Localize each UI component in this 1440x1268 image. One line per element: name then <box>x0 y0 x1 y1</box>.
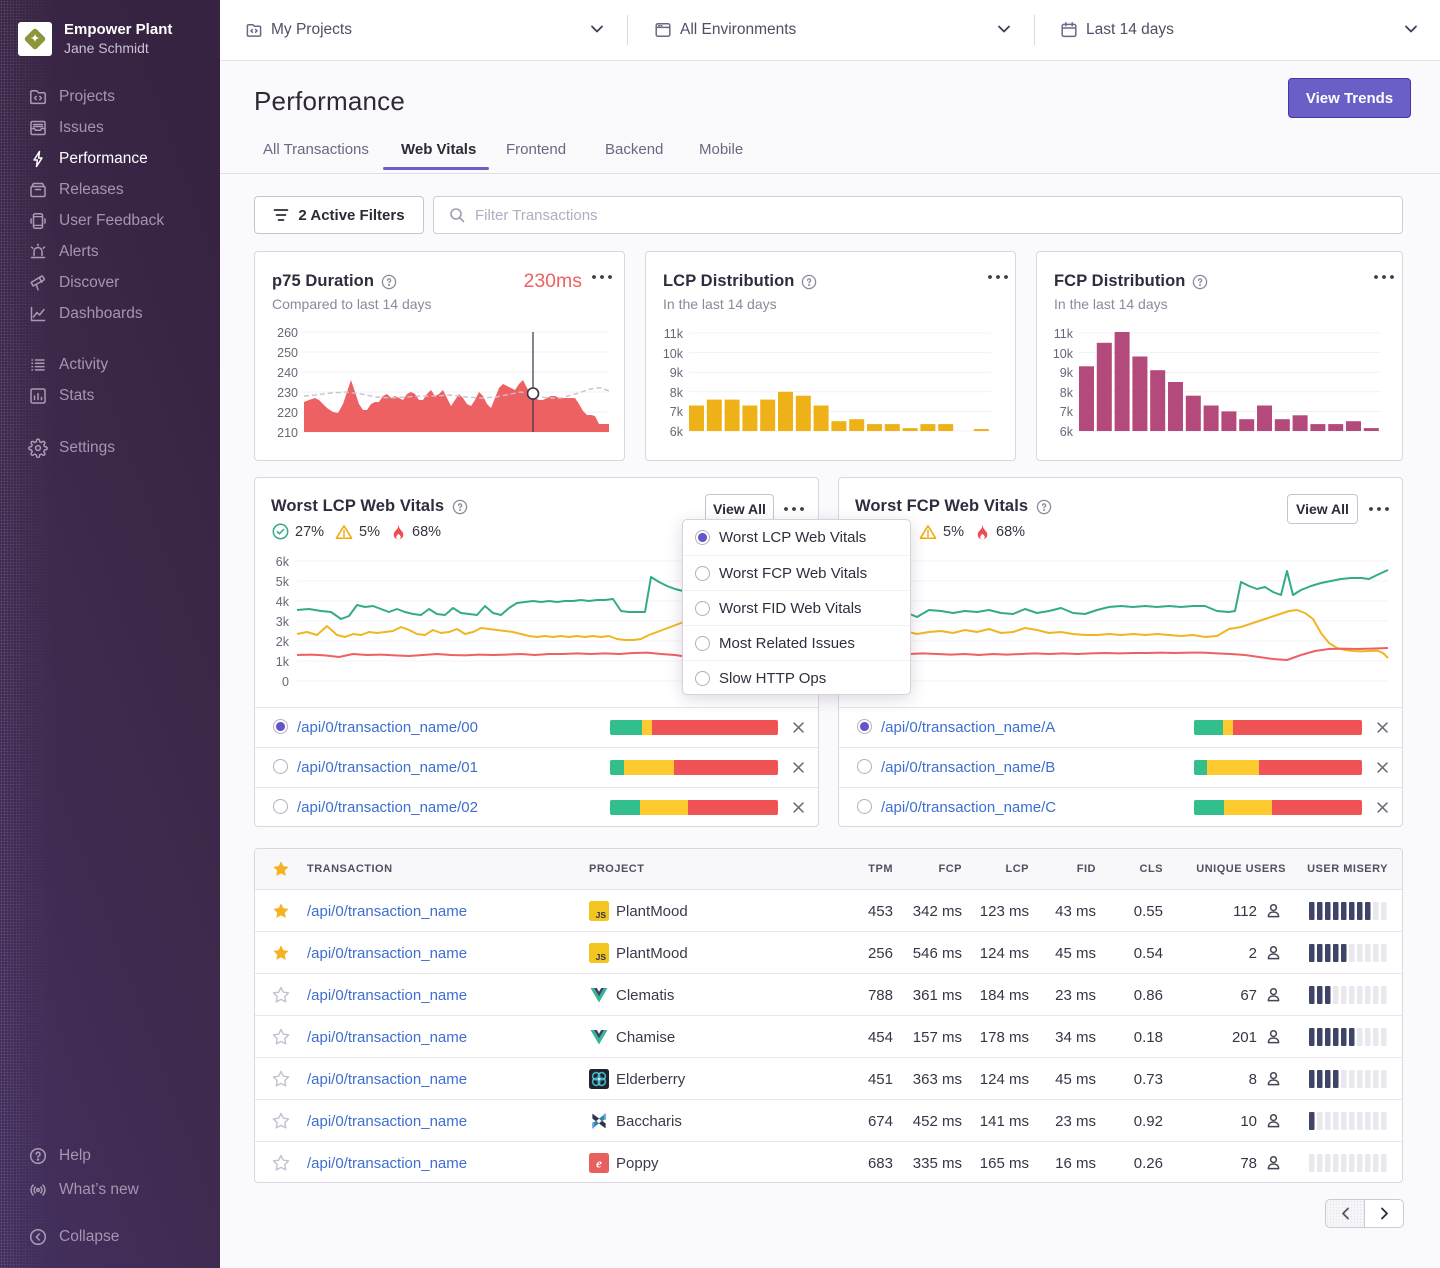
svg-text:JS: JS <box>596 952 607 962</box>
svg-text:JS: JS <box>596 910 607 920</box>
svg-text:e: e <box>596 1156 602 1171</box>
